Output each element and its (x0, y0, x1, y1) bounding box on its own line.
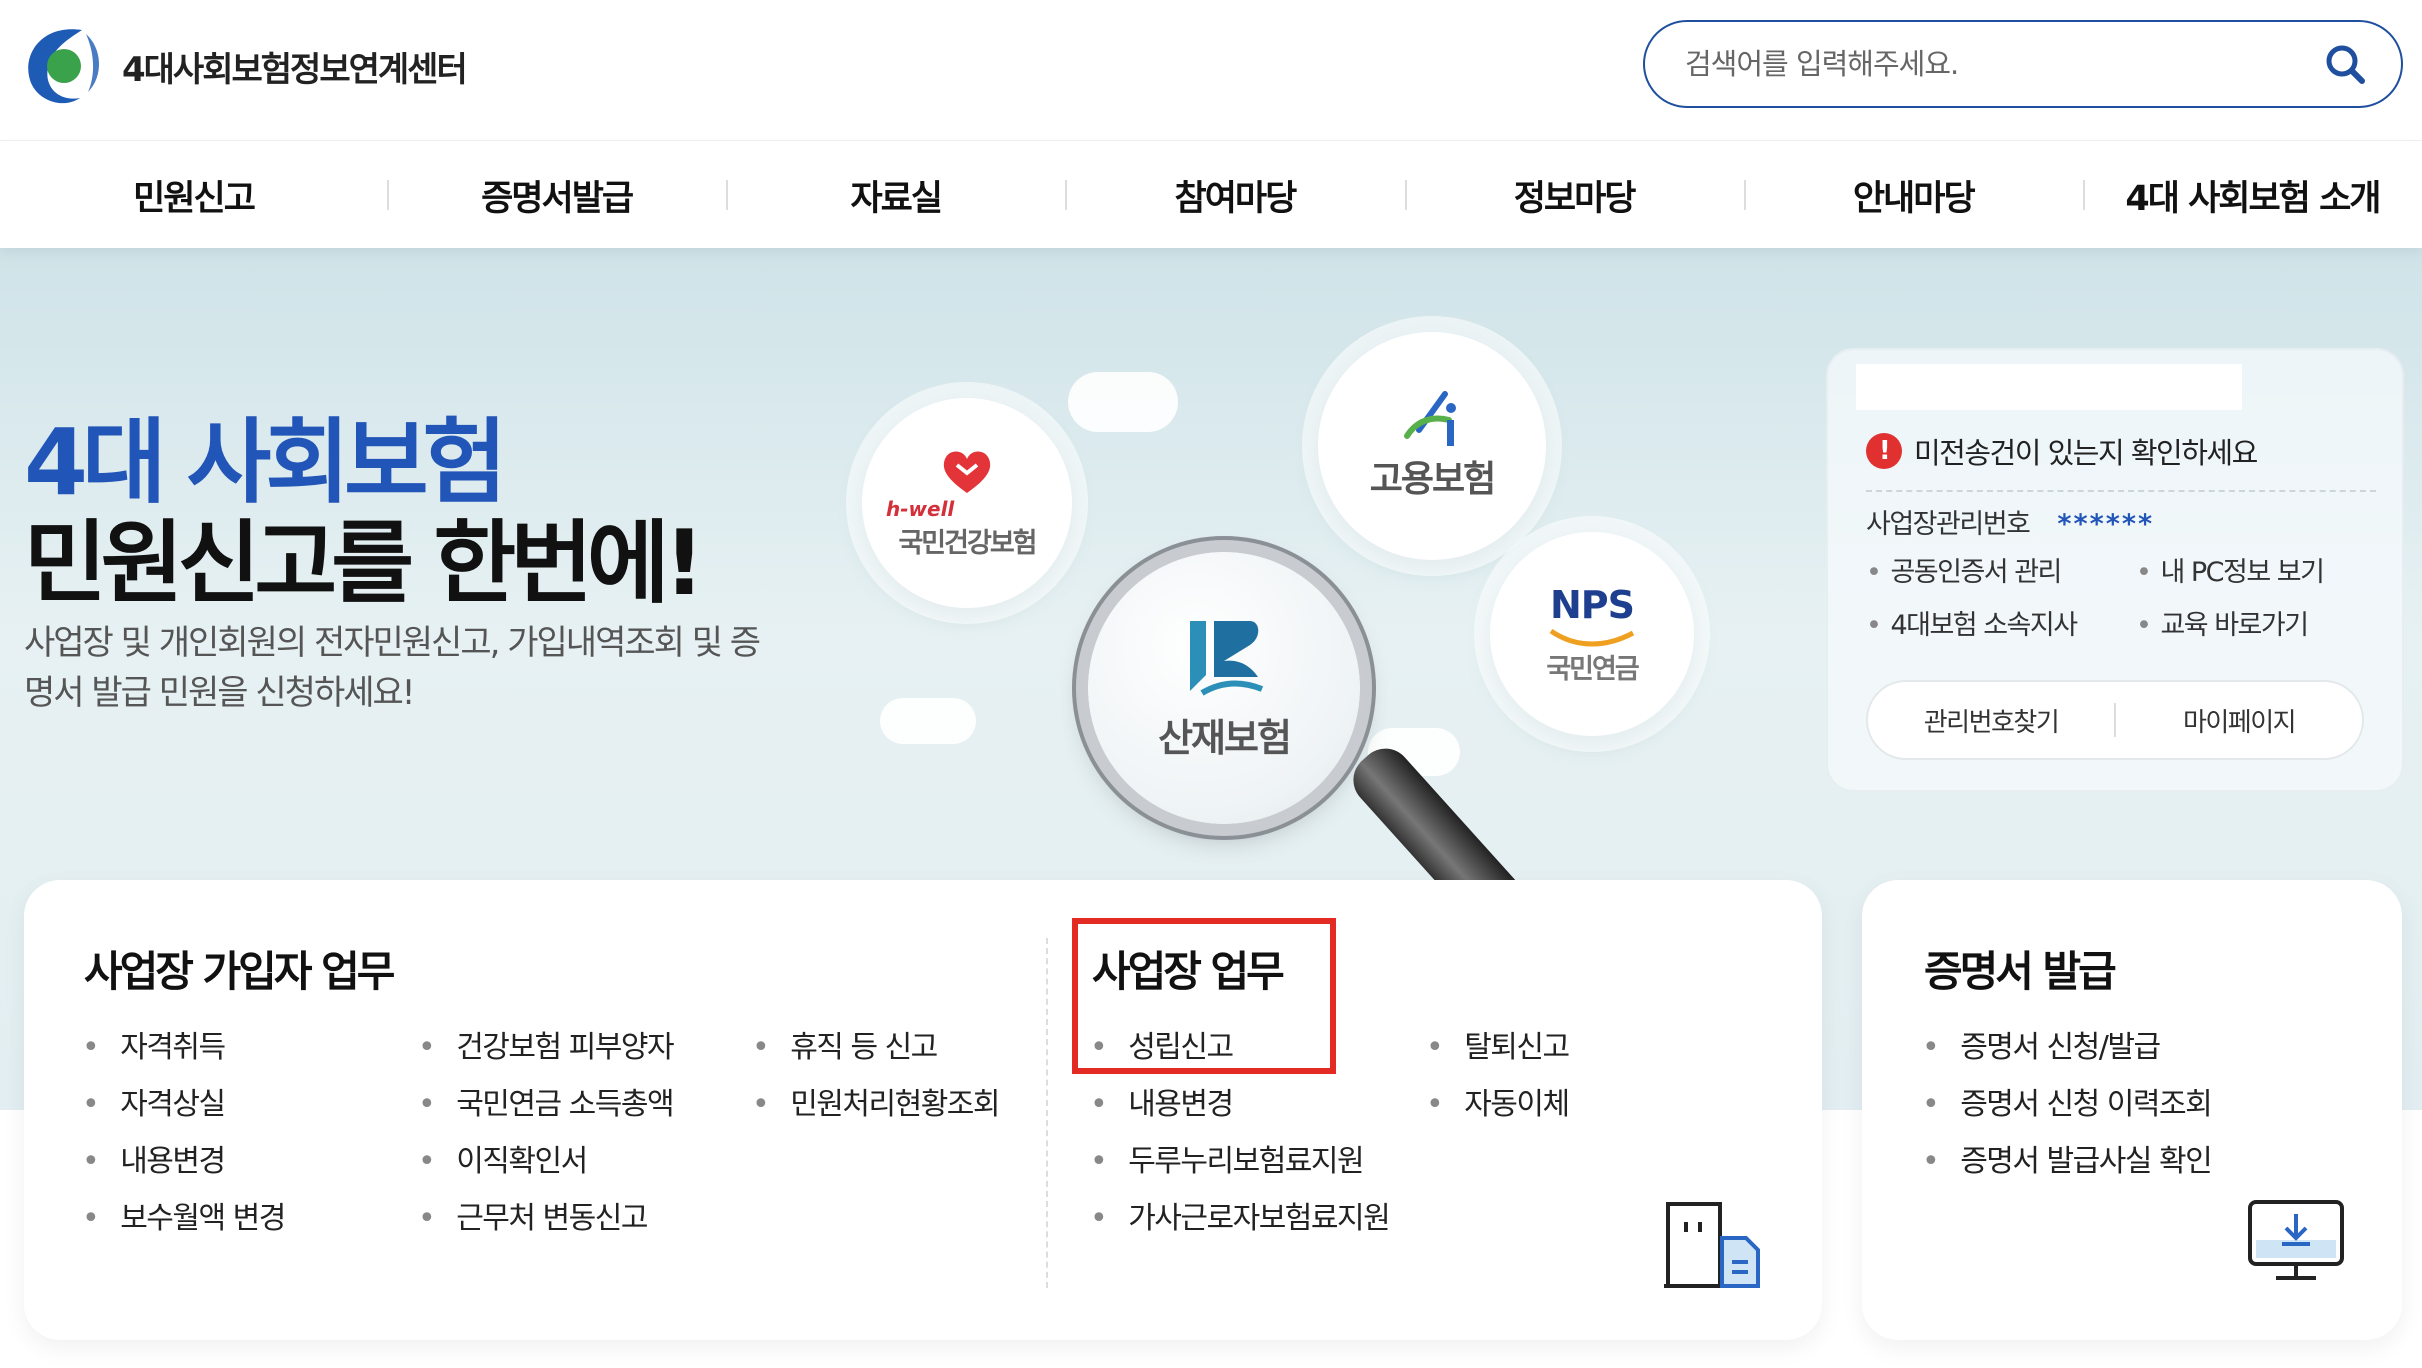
link-cert-apply[interactable]: 증명서 신청/발급 (1922, 1022, 2161, 1066)
mypage-button[interactable]: 마이페이지 (2116, 702, 2362, 739)
link-workplace-change[interactable]: 근무처 변동신고 (418, 1193, 648, 1237)
unsent-warning[interactable]: ! 미전송건이 있는지 확인하세요 (1866, 430, 2258, 472)
nps-swoosh-icon (1549, 628, 1635, 646)
certificate-card: 증명서 발급 증명서 신청/발급 증명서 신청 이력조회 증명서 발급사실 확인 (1862, 880, 2402, 1340)
link-status-inquiry[interactable]: 민원처리현황조회 (752, 1079, 1000, 1123)
link-change[interactable]: 내용변경 (82, 1136, 226, 1180)
industrial-accident-bubble[interactable]: 산재보험 (1088, 552, 1360, 824)
link-dependent[interactable]: 건강보험 피부양자 (418, 1022, 674, 1066)
link-cert-history[interactable]: 증명서 신청 이력조회 (1922, 1079, 2212, 1123)
link-withdraw-report[interactable]: 탈퇴신고 (1426, 1022, 1570, 1066)
dashed-divider (1866, 490, 2376, 492)
search-box (1643, 20, 2403, 108)
link-cert-verify[interactable]: 증명서 발급사실 확인 (1922, 1136, 2212, 1180)
nav-item-civil-report[interactable]: 민원신고 (0, 170, 387, 221)
unsent-warning-text: 미전송건이 있는지 확인하세요 (1914, 436, 2258, 470)
health-insurance-bubble[interactable]: h-well 국민건강보험 (862, 398, 1072, 608)
certificate-section-title: 증명서 발급 (1924, 947, 2117, 996)
highlight-box (1072, 918, 1336, 1074)
workplace-number-label: 사업장관리번호 (1866, 509, 2031, 540)
link-acquire[interactable]: 자격취득 (82, 1022, 226, 1066)
nav-item-about[interactable]: 4대 사회보험 소개 (2082, 170, 2422, 221)
logo-text: 4대사회보험정보연계센터 (122, 49, 468, 90)
monitor-download-icon (2248, 1200, 2344, 1280)
link-certificate-manage[interactable]: 공동인증서 관리 (1866, 550, 2136, 589)
cloud-decoration (1068, 372, 1178, 432)
building-document-icon (1664, 1202, 1760, 1288)
section-divider (1046, 938, 1048, 1288)
nav-item-library[interactable]: 자료실 (726, 170, 1065, 221)
warning-icon: ! (1866, 433, 1902, 469)
industrial-accident-logo-icon (1190, 620, 1264, 696)
link-my-pc-info[interactable]: 내 PC정보 보기 (2136, 550, 2386, 589)
site-logo[interactable]: 4대사회보험정보연계센터 (22, 24, 468, 108)
link-content-change[interactable]: 내용변경 (1090, 1079, 1234, 1123)
link-durunuri[interactable]: 두루누리보험료지원 (1090, 1136, 1364, 1180)
workplace-number-value: ****** (2057, 509, 2155, 540)
hero-title: 민원신고를 한번에! (24, 511, 705, 616)
subscriber-section-title: 사업장 가입자 업무 (84, 947, 395, 996)
link-domestic-worker[interactable]: 가사근로자보험료지원 (1090, 1193, 1391, 1237)
employment-insurance-bubble[interactable]: 고용보험 (1318, 332, 1546, 560)
workplace-info-panel: ! 미전송건이 있는지 확인하세요 사업장관리번호 ****** 공동인증서 관리… (1826, 348, 2404, 792)
employment-insurance-label: 고용보험 (1369, 459, 1496, 500)
hero-description: 사업장 및 개인회원의 전자민원신고, 가입내역조회 및 증명서 발급 민원을 … (24, 623, 761, 713)
find-number-button[interactable]: 관리번호찾기 (1868, 702, 2114, 739)
link-loss[interactable]: 자격상실 (82, 1079, 226, 1123)
search-input[interactable] (1685, 47, 2323, 81)
nav-item-participation[interactable]: 참여마당 (1065, 170, 1404, 221)
heart-icon (943, 451, 991, 493)
nav-item-guide[interactable]: 안내마당 (1743, 170, 2083, 221)
link-branch-office[interactable]: 4대보험 소속지사 (1866, 603, 2136, 642)
employment-insurance-logo-icon (1404, 391, 1456, 446)
cloud-decoration (880, 698, 976, 744)
link-leave-report[interactable]: 휴직 등 신고 (752, 1022, 938, 1066)
nav-item-information[interactable]: 정보마당 (1404, 170, 1744, 221)
industrial-accident-label: 산재보험 (1158, 715, 1292, 760)
nav-item-certificate[interactable]: 증명서발급 (387, 170, 726, 221)
national-pension-bubble[interactable]: NPS 국민연금 (1490, 532, 1694, 736)
side-quick-links: 공동인증서 관리 내 PC정보 보기 4대보험 소속지사 교육 바로가기 (1866, 550, 2386, 642)
link-separation[interactable]: 이직확인서 (418, 1136, 588, 1180)
main-nav: 민원신고 증명서발급 자료실 참여마당 정보마당 안내마당 4대 사회보험 소개 (0, 140, 2422, 248)
health-insurance-label: 국민건강보험 (898, 527, 1037, 559)
link-pension-income[interactable]: 국민연금 소득총액 (418, 1079, 674, 1123)
nps-brand: NPS (1549, 582, 1635, 627)
masked-user-bar (1856, 364, 2242, 410)
link-salary-change[interactable]: 보수월액 변경 (82, 1193, 286, 1237)
search-icon[interactable] (2323, 42, 2367, 86)
link-education[interactable]: 교육 바로가기 (2136, 603, 2386, 642)
side-button-group: 관리번호찾기 마이페이지 (1866, 680, 2364, 760)
national-pension-label: 국민연금 (1546, 653, 1639, 685)
link-auto-transfer[interactable]: 자동이체 (1426, 1079, 1570, 1123)
header: 4대사회보험정보연계센터 (0, 0, 2422, 140)
workplace-number: 사업장관리번호 ****** (1866, 502, 2154, 541)
workplace-services-card: 사업장 가입자 업무 자격취득 자격상실 내용변경 보수월액 변경 건강보험 피… (24, 880, 1822, 1340)
logo-emblem-icon (28, 29, 100, 104)
health-brand: h-well (886, 496, 955, 521)
